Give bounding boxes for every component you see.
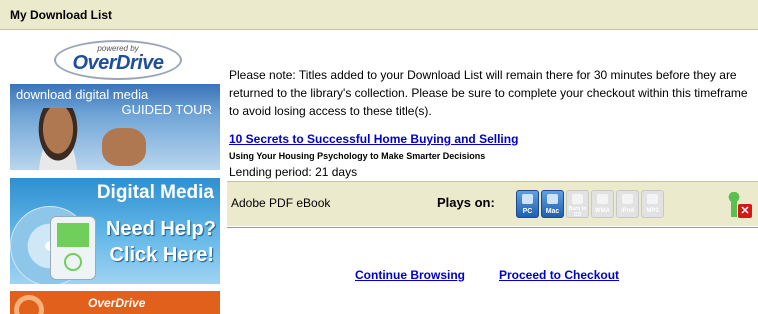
overdrive-circle-icon: [14, 295, 44, 314]
pc-glyph: [522, 194, 533, 204]
item-title-link[interactable]: 10 Secrets to Successful Home Buying and…: [229, 132, 518, 146]
remove-title-icon[interactable]: ✕: [724, 192, 754, 224]
mac-glyph: [547, 194, 558, 204]
player-screen: [57, 223, 89, 247]
overdrive-logo[interactable]: powered by OverDrive: [54, 40, 182, 80]
person-image: [28, 108, 88, 170]
help-banner-title: Digital Media: [96, 182, 214, 203]
lending-period: Lending period: 21 days: [229, 165, 358, 179]
proceed-to-checkout-link[interactable]: Proceed to Checkout: [499, 268, 619, 282]
media-player-icon: [50, 216, 96, 280]
device-label: WMA: [595, 208, 610, 214]
guided-tour-banner[interactable]: download digital media GUIDED TOUR: [10, 84, 220, 170]
header-bar: My Download List: [0, 0, 758, 30]
device-label: Mac: [545, 208, 560, 215]
device-label: MP3: [646, 208, 659, 214]
burn-cd-icon: Burn to CD: [566, 190, 589, 218]
device-label: iPod: [621, 208, 634, 214]
player-wheel: [64, 253, 82, 271]
device-label: Burn to CD: [568, 206, 587, 218]
mp3-icon: MP3: [641, 190, 664, 218]
overdrive-brand: OverDrive: [72, 52, 164, 74]
tour-banner-line2: GUIDED TOUR: [121, 102, 212, 117]
mac-icon[interactable]: Mac: [541, 190, 564, 218]
ipod-icon: iPod: [616, 190, 639, 218]
notice-text: Please note: Titles added to your Downlo…: [229, 68, 748, 118]
format-label: Adobe PDF eBook: [231, 196, 331, 210]
device-label: PC: [522, 208, 533, 215]
divider: [227, 227, 758, 228]
need-help-banner[interactable]: Digital Media Need Help? Click Here!: [10, 178, 220, 284]
mp3-glyph: [647, 194, 658, 204]
help-banner-line1: Need Help?: [105, 218, 216, 240]
continue-browsing-link[interactable]: Continue Browsing: [355, 268, 465, 282]
wma-glyph: [597, 194, 608, 204]
wma-icon: WMA: [591, 190, 614, 218]
overdrive-banner-brand: OverDrive: [88, 296, 146, 310]
pc-icon[interactable]: PC: [516, 190, 539, 218]
help-banner-line2: Click Here!: [109, 244, 215, 266]
ipod-glyph: [622, 194, 633, 204]
format-row: Adobe PDF eBook Plays on: PC Mac Burn to…: [227, 181, 758, 226]
fist-image: [102, 128, 146, 166]
overdrive-banner[interactable]: OverDrive: [10, 291, 220, 314]
plays-on-label: Plays on:: [437, 195, 495, 210]
item-subtitle: Using Your Housing Psychology to Make Sm…: [229, 151, 486, 161]
close-icon: ✕: [738, 204, 752, 218]
tour-banner-line1: download digital media: [16, 87, 149, 102]
burn-cd-glyph: [572, 194, 583, 204]
page-title: My Download List: [10, 8, 112, 22]
